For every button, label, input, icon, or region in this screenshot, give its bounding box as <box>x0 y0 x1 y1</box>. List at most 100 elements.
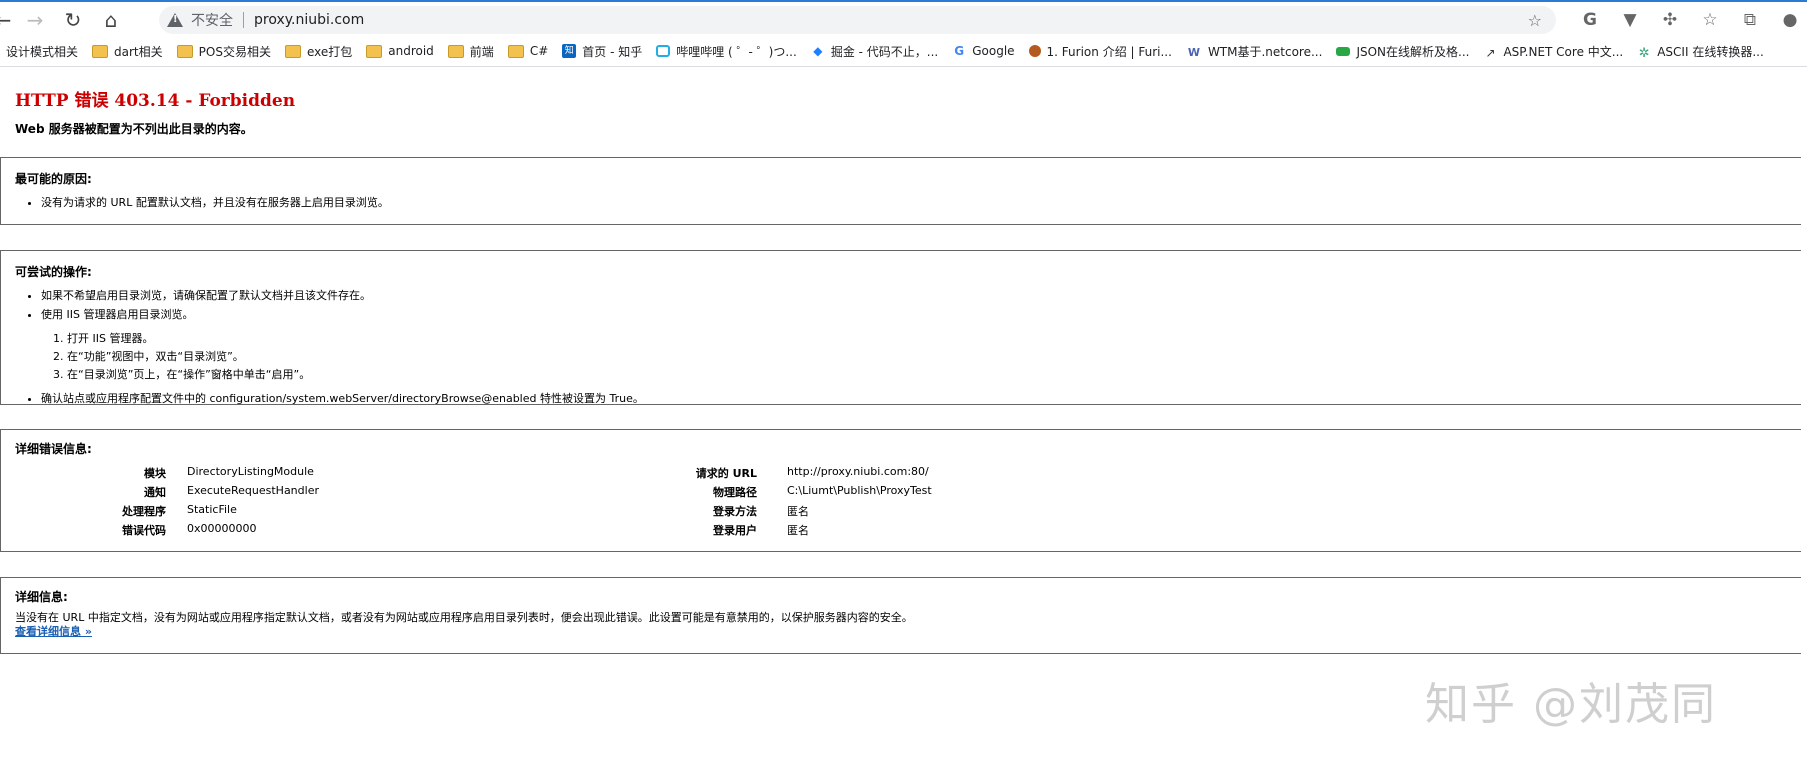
gear-icon: ✲ <box>1638 45 1650 61</box>
furion-icon <box>1028 45 1041 57</box>
aspnet-icon: ↗ <box>1485 45 1496 60</box>
bookmark-item[interactable]: 知 首页 - 知乎 <box>562 43 642 60</box>
bookmark-label: POS交易相关 <box>198 44 271 59</box>
bookmark-item[interactable]: 哔哩哔哩 ( ゜- ゜)つ... <box>656 43 797 60</box>
detail-label: 登录用户 <box>713 524 757 537</box>
detail-label: 物理路径 <box>713 486 757 499</box>
collections-icon[interactable]: ⧉ <box>1735 6 1765 34</box>
bookmark-label: 掘金 - 代码不止，... <box>830 44 939 59</box>
back-arrow-icon[interactable]: ← <box>0 6 18 34</box>
list-item-text: 使用 IIS 管理器启用目录浏览。 <box>41 308 194 321</box>
actions-list: 如果不希望启用目录浏览，请确保配置了默认文档并且该文件存在。 使用 IIS 管理… <box>41 287 644 409</box>
detail-label: 通知 <box>144 486 166 499</box>
causes-title: 最可能的原因: <box>15 172 92 186</box>
detail-label: 处理程序 <box>122 505 166 518</box>
bookmark-label: 设计模式相关 <box>6 44 79 59</box>
steps-list: 打开 IIS 管理器。 在“功能”视图中，双击“目录浏览”。 在“目录浏览”页上… <box>67 330 644 382</box>
detail-value: 0x00000000 <box>187 522 257 535</box>
juejin-icon: ◆ <box>813 44 823 58</box>
bookmark-item[interactable]: 1. Furion 介绍 | Furi... <box>1028 43 1172 60</box>
reload-icon[interactable]: ↻ <box>58 6 88 34</box>
detail-value: 匿名 <box>787 524 809 537</box>
detail-label: 登录方法 <box>713 505 757 518</box>
list-item: 没有为请求的 URL 配置默认文档，并且没有在服务器上启用目录浏览。 <box>41 194 389 210</box>
bookmark-label: dart相关 <box>114 44 163 59</box>
vue-extension-icon[interactable]: ▼ <box>1615 6 1645 34</box>
bookmark-label: 1. Furion 介绍 | Furi... <box>1046 44 1172 59</box>
detail-value: C:\Liumt\Publish\ProxyTest <box>787 484 932 497</box>
info-title: 详细信息: <box>15 590 68 604</box>
bookmark-folder[interactable]: C# <box>507 44 549 58</box>
details-box: 详细错误信息: 模块 DirectoryListingModule 通知 Exe… <box>0 429 1801 552</box>
insecure-label: 不安全 <box>191 13 233 29</box>
bilibili-icon <box>656 45 671 57</box>
bookmark-folder[interactable]: 前端 <box>447 43 494 60</box>
home-icon[interactable]: ⌂ <box>96 6 126 34</box>
folder-icon <box>366 44 383 58</box>
zhihu-watermark: 知乎 @刘茂同 <box>1425 679 1717 730</box>
warning-icon <box>167 13 183 27</box>
folder-icon <box>92 44 109 58</box>
bookmark-item[interactable]: ◆ 掘金 - 代码不止，... <box>811 43 938 60</box>
details-title: 详细错误信息: <box>15 442 92 456</box>
url-text[interactable]: proxy.niubi.com <box>254 12 364 28</box>
step-item: 在“功能”视图中，双击“目录浏览”。 <box>67 348 644 364</box>
wtm-icon: W <box>1187 45 1200 59</box>
folder-icon <box>284 44 301 58</box>
causes-list: 没有为请求的 URL 配置默认文档，并且没有在服务器上启用目录浏览。 <box>41 194 389 213</box>
bookmark-folder[interactable]: dart相关 <box>92 43 163 60</box>
bookmark-item[interactable]: JSON在线解析及格... <box>1336 43 1469 60</box>
bookmark-label: C# <box>529 44 549 58</box>
info-box: 详细信息: 当没有在 URL 中指定文档，没有为网站或应用程序指定默认文档，或者… <box>0 577 1801 654</box>
address-separator <box>243 12 244 28</box>
bookmark-label: ASP.NET Core 中文... <box>1503 44 1624 59</box>
forward-arrow-icon[interactable]: → <box>20 6 50 34</box>
detail-label: 错误代码 <box>122 524 166 537</box>
detail-value: http://proxy.niubi.com:80/ <box>787 465 929 478</box>
zhihu-icon: 知 <box>562 44 577 58</box>
bookmark-label: 首页 - 知乎 <box>582 44 643 59</box>
error-subtitle: Web 服务器被配置为不列出此目录的内容。 <box>15 122 253 136</box>
extensions-puzzle-icon[interactable]: ✣ <box>1655 6 1685 34</box>
bookmark-item[interactable]: W WTM基于.netcore... <box>1186 43 1323 60</box>
error-page: HTTP 错误 403.14 - Forbidden Web 服务器被配置为不列… <box>15 66 1807 137</box>
detail-value: ExecuteRequestHandler <box>187 484 319 497</box>
bookmark-label: JSON在线解析及格... <box>1356 44 1470 59</box>
more-info-link[interactable]: 查看详细信息 » <box>15 623 92 639</box>
causes-box: 最可能的原因: 没有为请求的 URL 配置默认文档，并且没有在服务器上启用目录浏… <box>0 157 1801 225</box>
favorites-icon[interactable]: ☆ <box>1695 6 1725 34</box>
actions-title: 可尝试的操作: <box>15 265 92 279</box>
grammarly-extension-icon[interactable]: G <box>1575 6 1605 34</box>
bookmarks-bar: 设计模式相关 dart相关 POS交易相关 exe打包 android 前端 C… <box>0 36 1807 67</box>
detail-label: 请求的 URL <box>695 467 757 480</box>
google-icon: G <box>954 44 965 58</box>
detail-label: 模块 <box>144 467 166 480</box>
profile-avatar-icon[interactable]: ● <box>1775 6 1805 34</box>
folder-icon <box>507 44 524 58</box>
bookmark-label: exe打包 <box>306 44 353 59</box>
step-item: 打开 IIS 管理器。 <box>67 330 644 346</box>
bookmark-item[interactable]: ↗ ASP.NET Core 中文... <box>1483 43 1623 60</box>
bookmark-folder[interactable]: exe打包 <box>284 43 353 60</box>
bookmark-label: ASCII 在线转换器... <box>1657 44 1764 59</box>
address-bar[interactable]: 不安全 proxy.niubi.com ☆ <box>159 6 1556 34</box>
add-favorite-icon[interactable]: ☆ <box>1528 11 1542 30</box>
info-text: 当没有在 URL 中指定文档，没有为网站或应用程序指定默认文档，或者没有为网站或… <box>15 611 913 624</box>
list-item: 如果不希望启用目录浏览，请确保配置了默认文档并且该文件存在。 <box>41 287 644 303</box>
folder-icon <box>447 44 464 58</box>
actions-box: 可尝试的操作: 如果不希望启用目录浏览，请确保配置了默认文档并且该文件存在。 使… <box>0 250 1801 405</box>
detail-value: StaticFile <box>187 503 237 516</box>
detail-value: DirectoryListingModule <box>187 465 314 478</box>
folder-icon <box>176 44 193 58</box>
bookmark-label: android <box>388 44 434 58</box>
list-item: 确认站点或应用程序配置文件中的 configuration/system.web… <box>41 390 644 406</box>
browser-toolbar: ← → ↻ ⌂ 不安全 proxy.niubi.com ☆ G ▼ ✣ ☆ ⧉ … <box>0 0 1807 38</box>
bookmark-folder[interactable]: android <box>366 44 434 58</box>
bookmark-label: Google <box>972 44 1015 58</box>
bookmark-folder[interactable]: POS交易相关 <box>176 43 271 60</box>
bookmark-item[interactable]: 设计模式相关 <box>6 43 78 60</box>
bookmark-label: WTM基于.netcore... <box>1207 44 1323 59</box>
bookmark-item[interactable]: G Google <box>952 44 1014 58</box>
list-item: 使用 IIS 管理器启用目录浏览。 打开 IIS 管理器。 在“功能”视图中，双… <box>41 306 644 382</box>
bookmark-item[interactable]: ✲ ASCII 在线转换器... <box>1637 43 1764 61</box>
